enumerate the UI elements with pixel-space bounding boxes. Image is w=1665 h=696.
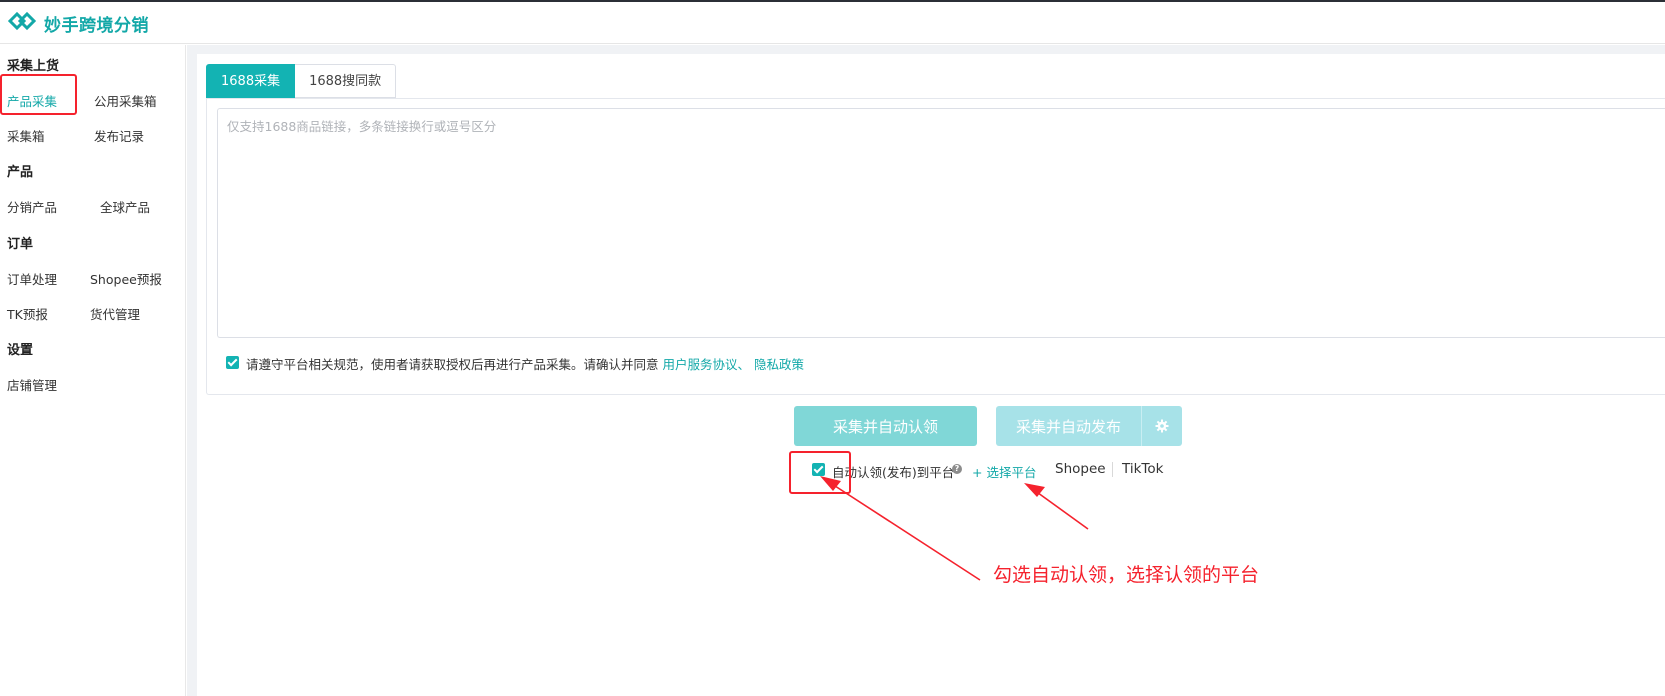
- user-service-agreement-link[interactable]: 用户服务协议: [663, 357, 738, 372]
- sidebar-group-collect: 采集上货: [7, 59, 60, 74]
- help-icon[interactable]: ?: [952, 464, 962, 474]
- highlight-box-product-collect: [0, 74, 77, 115]
- sidebar-item-publish-records[interactable]: 发布记录: [94, 126, 144, 145]
- sidebar-group-order: 订单: [7, 237, 34, 252]
- agreement-text: 请遵守平台相关规范，使用者请获取授权后再进行产品采集。请确认并同意: [246, 357, 659, 372]
- platform-divider: [1112, 462, 1113, 477]
- sidebar-group-product: 产品: [7, 165, 34, 180]
- link-input[interactable]: [217, 108, 1665, 338]
- sidebar-group-settings: 设置: [7, 343, 34, 358]
- sidebar-item-shopee-forecast[interactable]: Shopee预报: [90, 269, 162, 288]
- tab-1688-collect[interactable]: 1688采集: [206, 64, 296, 98]
- sidebar-item-distribution-products[interactable]: 分销产品: [7, 197, 57, 216]
- link-separator: 、: [737, 357, 751, 372]
- sidebar-item-store-management[interactable]: 店铺管理: [7, 375, 57, 394]
- sidebar-item-collect-box[interactable]: 采集箱: [7, 126, 45, 145]
- publish-settings-button[interactable]: [1141, 406, 1182, 446]
- app-title[interactable]: 妙手跨境分销: [44, 11, 149, 36]
- highlight-box-auto-claim: [789, 451, 851, 494]
- sidebar-item-forwarder-management[interactable]: 货代管理: [90, 304, 140, 323]
- sidebar-item-global-products[interactable]: 全球产品: [100, 197, 150, 216]
- platform-shopee[interactable]: Shopee: [1055, 461, 1106, 477]
- logo-icon: [8, 11, 36, 31]
- tab-1688-search-same[interactable]: 1688搜同款: [295, 64, 397, 98]
- collect-and-claim-button[interactable]: 采集并自动认领: [794, 406, 977, 446]
- sidebar-item-order-processing[interactable]: 订单处理: [7, 269, 57, 288]
- sidebar: 采集上货 产品采集 公用采集箱 采集箱 发布记录 产品 分销产品 全球产品 订单…: [0, 45, 186, 696]
- annotation-text: 勾选自动认领，选择认领的平台: [993, 564, 1260, 586]
- agreement-checkbox[interactable]: [226, 356, 239, 369]
- collect-tabs: 1688采集 1688搜同款: [206, 64, 397, 98]
- sidebar-item-public-collect-box[interactable]: 公用采集箱: [94, 91, 157, 110]
- select-platform-button[interactable]: + 选择平台: [972, 462, 1036, 481]
- privacy-policy-link[interactable]: 隐私政策: [754, 357, 804, 372]
- platform-tiktok[interactable]: TikTok: [1122, 461, 1163, 477]
- collect-and-publish-button[interactable]: 采集并自动发布: [996, 406, 1141, 446]
- gear-icon: [1155, 419, 1169, 433]
- app-header: 妙手跨境分销: [0, 2, 1665, 44]
- sidebar-item-tk-forecast[interactable]: TK预报: [7, 304, 48, 323]
- agreement-text-line: 请遵守平台相关规范，使用者请获取授权后再进行产品采集。请确认并同意 用户服务协议…: [246, 354, 804, 373]
